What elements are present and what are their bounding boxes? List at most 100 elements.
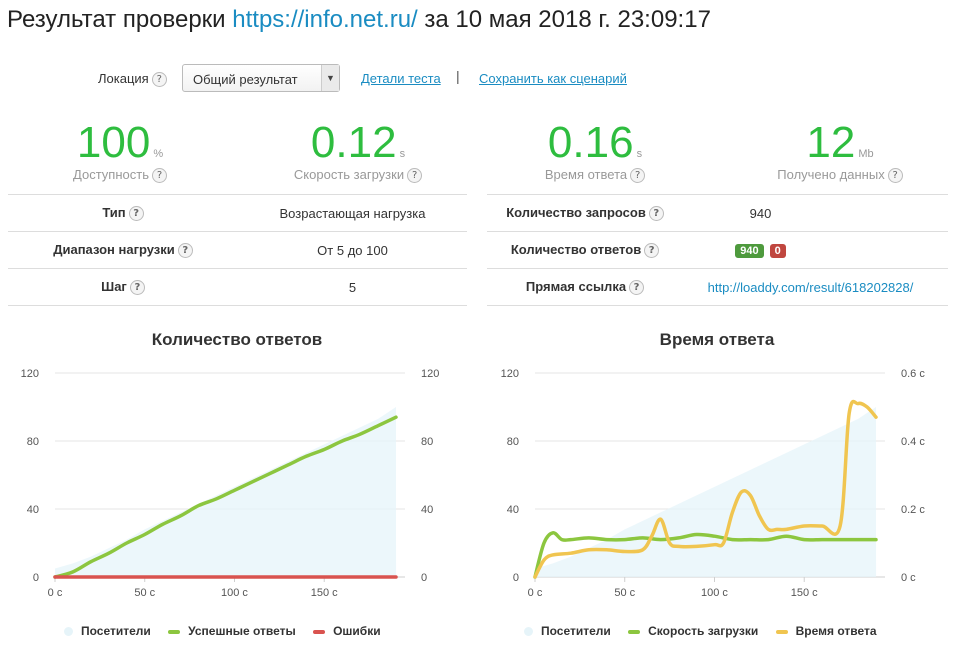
y-tick-label: 120 [21, 368, 39, 380]
controls-bar: Локация? Общий результат ▼ Детали теста … [0, 63, 960, 95]
requests-count: 940 [683, 194, 948, 232]
param-value: 5 [238, 268, 467, 306]
page-title: Результат проверки https://info.net.ru/ … [7, 6, 711, 34]
error-count-badge: 0 [769, 244, 786, 258]
y-tick-label: 40 [507, 504, 519, 516]
help-icon[interactable]: ? [151, 168, 167, 184]
metric-availability: 100% Доступность? [20, 118, 220, 184]
metric-unit: s [636, 148, 643, 160]
location-label: Локация? [98, 71, 167, 88]
legend-item-errors[interactable]: Ошибки [313, 624, 381, 638]
y-tick-label: 0 [33, 572, 39, 584]
x-tick-label: 150 c [311, 587, 338, 599]
location-select-value: Общий результат [193, 72, 298, 87]
table-row: Количество ответов? 940 0 [487, 231, 948, 269]
tested-url-link[interactable]: https://info.net.ru/ [232, 6, 417, 33]
help-icon[interactable]: ? [128, 206, 144, 222]
x-tick-label: 0 c [528, 587, 543, 599]
response-time-chart: 0 40 80 120 0 c 0.2 c 0.4 c 0.6 c 0 c 50 c 100 c 15… [501, 368, 926, 599]
chart-legend: Посетители Успешные ответы Ошибки [64, 624, 395, 638]
separator: | [456, 68, 460, 84]
x-tick-label: 100 c [701, 587, 728, 599]
y2-tick-label: 120 [421, 368, 439, 380]
help-icon[interactable]: ? [177, 243, 193, 259]
metric-label: Получено данных [777, 167, 885, 182]
help-icon[interactable]: ? [151, 72, 167, 88]
result-key: Количество запросов? [487, 194, 683, 232]
help-icon[interactable]: ? [644, 243, 660, 259]
y2-tick-label: 0.4 c [901, 436, 925, 448]
success-count-badge: 940 [735, 244, 764, 258]
y-tick-label: 0 [513, 572, 519, 584]
metric-response-time: 0.16 s Время ответа? [495, 118, 695, 184]
y2-tick-label: 0 [421, 572, 427, 584]
legend-item-load-speed[interactable]: Скорость загрузки [628, 624, 758, 638]
y2-tick-label: 80 [421, 436, 433, 448]
help-icon[interactable]: ? [887, 168, 903, 184]
param-key: Шаг? [8, 268, 238, 306]
x-tick-label: 150 c [791, 587, 818, 599]
x-tick-label: 100 c [221, 587, 248, 599]
chevron-down-icon: ▼ [321, 65, 339, 91]
location-select[interactable]: Общий результат ▼ [182, 64, 340, 92]
metric-unit: % [153, 148, 164, 160]
y-tick-label: 40 [27, 504, 39, 516]
result-key: Прямая ссылка? [487, 268, 683, 306]
metric-value: 12 [806, 118, 856, 167]
legend-swatch [64, 627, 73, 637]
title-date: за 10 мая 2018 г. 23:09:17 [424, 6, 711, 33]
y-tick-label: 80 [507, 436, 519, 448]
param-key: Диапазон нагрузки? [8, 231, 238, 269]
result-key: Количество ответов? [487, 231, 683, 269]
metric-label: Скорость загрузки [293, 167, 405, 182]
table-row: Прямая ссылка? http://loaddy.com/result/… [487, 268, 948, 306]
legend-item-success[interactable]: Успешные ответы [168, 624, 296, 638]
test-params-table: Тип? Возрастающая нагрузка Диапазон нагр… [8, 194, 467, 306]
param-value: От 5 до 100 [238, 231, 467, 269]
help-icon[interactable]: ? [630, 168, 646, 184]
table-row: Диапазон нагрузки? От 5 до 100 [8, 231, 467, 269]
table-row: Тип? Возрастающая нагрузка [8, 194, 467, 232]
legend-swatch [628, 629, 641, 634]
series-area-visitors [55, 407, 397, 577]
chart-title: Время ответа [659, 330, 775, 349]
x-tick-label: 50 c [614, 587, 635, 599]
table-row: Шаг? 5 [8, 268, 467, 306]
metric-unit: Mb [858, 148, 874, 160]
legend-item-visitors[interactable]: Посетители [524, 624, 611, 638]
legend-item-response-time[interactable]: Время ответа [775, 624, 877, 638]
metric-value: 100 [76, 118, 151, 167]
chart-title: Количество ответов [151, 330, 323, 349]
legend-swatch [168, 629, 181, 634]
metric-value: 0.16 [547, 118, 634, 167]
x-tick-label: 0 c [48, 587, 63, 599]
metric-unit: s [399, 148, 406, 160]
responses-count-chart: 0 40 80 120 0 40 80 120 0 c 50 c 100 c 150 c [21, 368, 440, 599]
help-icon[interactable]: ? [407, 168, 423, 184]
metric-label: Время ответа [544, 167, 628, 182]
y-tick-label: 120 [501, 368, 519, 380]
help-icon[interactable]: ? [648, 206, 664, 222]
metric-label: Доступность [73, 167, 149, 182]
direct-link[interactable]: http://loaddy.com/result/618202828/ [708, 280, 914, 295]
chart-legend: Посетители Скорость загрузки Время ответ… [524, 624, 891, 638]
y2-tick-label: 0.6 c [901, 368, 925, 380]
help-icon[interactable]: ? [129, 280, 145, 296]
direct-link-cell: http://loaddy.com/result/618202828/ [683, 268, 948, 306]
param-key: Тип? [8, 194, 238, 232]
test-details-link[interactable]: Детали теста [361, 71, 441, 86]
test-results-table: Количество запросов? 940 Количество отве… [487, 194, 948, 306]
y2-tick-label: 0 c [901, 572, 916, 584]
metric-value: 0.12 [310, 118, 397, 167]
legend-item-visitors[interactable]: Посетители [64, 624, 151, 638]
legend-swatch [313, 629, 326, 634]
save-scenario-link[interactable]: Сохранить как сценарий [479, 71, 627, 86]
responses-badges: 940 0 [683, 231, 948, 269]
metric-data-received: 12 Mb Получено данных? [740, 118, 940, 184]
y-tick-label: 80 [27, 436, 39, 448]
help-icon[interactable]: ? [629, 280, 645, 296]
y2-tick-label: 40 [421, 504, 433, 516]
x-tick-label: 50 c [134, 587, 155, 599]
legend-swatch [524, 627, 533, 637]
legend-swatch [775, 629, 788, 634]
